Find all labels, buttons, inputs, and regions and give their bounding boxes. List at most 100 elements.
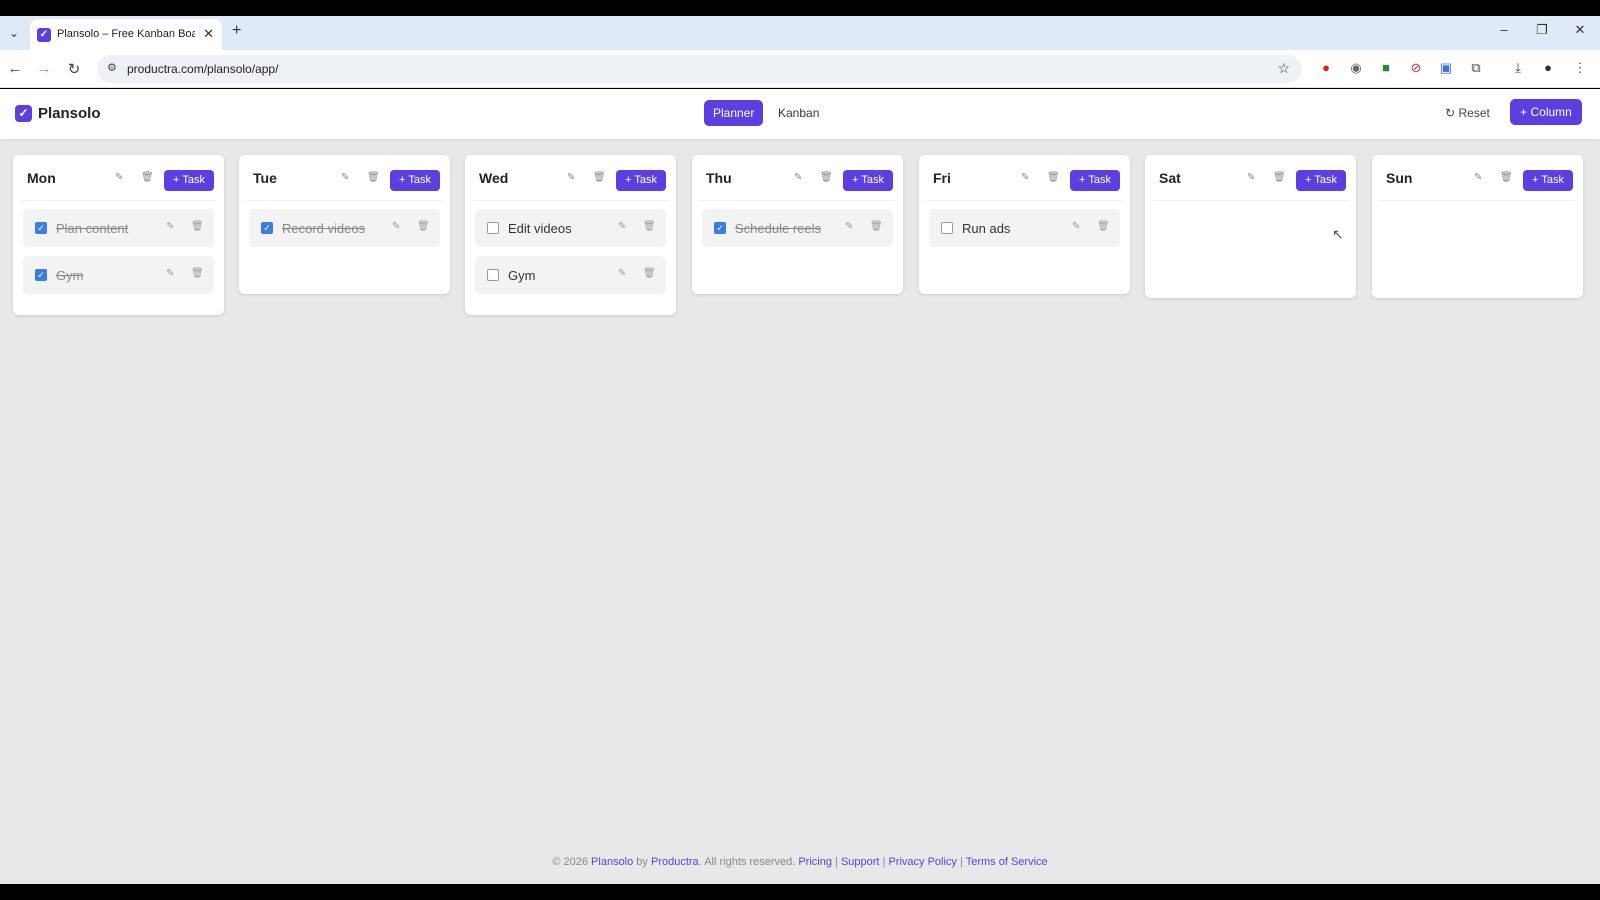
column-title[interactable]: Sun <box>1386 170 1412 186</box>
add-task-button[interactable]: + Task <box>616 170 666 191</box>
column-title[interactable]: Thu <box>706 170 732 186</box>
task-checkbox[interactable] <box>487 222 499 234</box>
task-label: Gym <box>56 268 84 283</box>
menu-kebab-icon[interactable]: ⋮ <box>1572 60 1588 76</box>
column-thu: Thu ✎ 🗑 + Task ✓ Schedule reels ✎ 🗑 <box>692 155 903 294</box>
task-checkbox[interactable] <box>941 222 953 234</box>
task-delete-icon[interactable]: 🗑 <box>1097 221 1110 232</box>
footer-separator: | <box>831 856 841 868</box>
add-column-button[interactable]: + Column <box>1510 99 1582 125</box>
tab-close-icon[interactable]: ✕ <box>203 26 214 42</box>
task-checkbox[interactable]: ✓ <box>714 222 726 234</box>
task-delete-icon[interactable]: 🗑 <box>870 221 883 232</box>
column-title[interactable]: Fri <box>933 170 951 186</box>
minimize-icon[interactable]: – <box>1494 22 1514 37</box>
add-task-button[interactable]: + Task <box>843 170 893 191</box>
footer-privacy-link[interactable]: Privacy Policy <box>888 856 956 868</box>
column-delete-icon[interactable]: 🗑 <box>1273 172 1286 183</box>
kanban-view-button[interactable]: Kanban <box>769 100 828 126</box>
camera-extension-icon[interactable]: ◉ <box>1348 60 1364 76</box>
back-icon[interactable]: ← <box>5 60 25 77</box>
add-task-button[interactable]: + Task <box>1070 170 1120 191</box>
task-label: Schedule reels <box>735 221 821 236</box>
column-title[interactable]: Mon <box>27 170 56 186</box>
task-card[interactable]: ✓ Record videos ✎ 🗑 <box>249 209 440 247</box>
green-extension-icon[interactable]: ■ <box>1378 60 1394 76</box>
browser-tab[interactable]: ✓ Plansolo – Free Kanban Board & ✕ <box>30 19 222 50</box>
column-edit-icon[interactable]: ✎ <box>341 172 349 183</box>
task-card[interactable]: Run ads ✎ 🗑 <box>929 209 1120 247</box>
url-text[interactable]: productra.com/plansolo/app/ <box>127 62 278 76</box>
profile-avatar[interactable]: ● <box>1540 60 1556 76</box>
column-edit-icon[interactable]: ✎ <box>794 172 802 183</box>
address-bar[interactable]: ⚙ productra.com/plansolo/app/ ☆ <box>97 55 1302 83</box>
footer-pricing-link[interactable]: Pricing <box>798 856 832 868</box>
task-list: ✓ Plan content ✎ 🗑 ✓ Gym ✎ 🗑 <box>13 201 224 315</box>
planner-view-button[interactable]: Planner <box>704 100 764 126</box>
footer-company-link[interactable]: Productra <box>651 856 699 868</box>
add-task-button[interactable]: + Task <box>390 170 440 191</box>
add-task-button[interactable]: + Task <box>164 170 214 191</box>
task-edit-icon[interactable]: ✎ <box>618 221 626 232</box>
task-card[interactable]: Gym ✎ 🗑 <box>475 256 666 294</box>
restore-icon[interactable]: ❐ <box>1532 22 1552 38</box>
column-title[interactable]: Wed <box>479 170 508 186</box>
download-icon[interactable]: ⤓ <box>1510 60 1526 76</box>
task-edit-icon[interactable]: ✎ <box>166 268 174 279</box>
column-delete-icon[interactable]: 🗑 <box>820 172 833 183</box>
task-delete-icon[interactable]: 🗑 <box>643 221 656 232</box>
task-list: Run ads ✎ 🗑 <box>919 201 1130 294</box>
column-edit-icon[interactable]: ✎ <box>1474 172 1482 183</box>
column-delete-icon[interactable]: 🗑 <box>1500 172 1513 183</box>
task-delete-icon[interactable]: 🗑 <box>191 221 204 232</box>
add-task-button[interactable]: + Task <box>1523 170 1573 191</box>
column-edit-icon[interactable]: ✎ <box>1247 172 1255 183</box>
task-card[interactable]: ✓ Schedule reels ✎ 🗑 <box>702 209 893 247</box>
task-edit-icon[interactable]: ✎ <box>1072 221 1080 232</box>
task-card[interactable]: Edit videos ✎ 🗑 <box>475 209 666 247</box>
task-edit-icon[interactable]: ✎ <box>618 268 626 279</box>
forward-icon[interactable]: → <box>34 60 54 77</box>
column-delete-icon[interactable]: 🗑 <box>593 172 606 183</box>
tab-list-chevron-icon[interactable]: ⌄ <box>4 23 24 43</box>
column-edit-icon[interactable]: ✎ <box>567 172 575 183</box>
reset-button[interactable]: ↻ Reset <box>1440 100 1495 126</box>
task-checkbox[interactable]: ✓ <box>261 222 273 234</box>
task-checkbox[interactable]: ✓ <box>35 222 47 234</box>
column-title[interactable]: Tue <box>253 170 277 186</box>
footer-brand-link[interactable]: Plansolo <box>591 856 633 868</box>
column-edit-icon[interactable]: ✎ <box>1021 172 1029 183</box>
block-extension-icon[interactable]: ⊘ <box>1408 60 1424 76</box>
app-area: ✓ Plansolo Planner Kanban ↻ Reset + Colu… <box>0 89 1600 884</box>
footer-support-link[interactable]: Support <box>841 856 880 868</box>
column-title[interactable]: Sat <box>1159 170 1181 186</box>
column-wed: Wed ✎ 🗑 + Task Edit videos ✎ 🗑 Gym ✎ 🗑 <box>465 155 676 315</box>
add-task-button[interactable]: + Task <box>1296 170 1346 191</box>
task-edit-icon[interactable]: ✎ <box>166 221 174 232</box>
task-edit-icon[interactable]: ✎ <box>392 221 400 232</box>
new-tab-button[interactable]: + <box>232 22 241 40</box>
column-header: Wed ✎ 🗑 + Task <box>473 155 668 201</box>
brand-name: Plansolo <box>38 105 101 122</box>
task-checkbox[interactable] <box>487 269 499 281</box>
extensions-puzzle-icon[interactable]: ⧉ <box>1468 60 1484 76</box>
task-edit-icon[interactable]: ✎ <box>845 221 853 232</box>
site-info-icon[interactable]: ⚙ <box>107 61 117 74</box>
reload-icon[interactable]: ↻ <box>64 60 84 78</box>
task-card[interactable]: ✓ Gym ✎ 🗑 <box>23 256 214 294</box>
task-card[interactable]: ✓ Plan content ✎ 🗑 <box>23 209 214 247</box>
window-close-icon[interactable]: ✕ <box>1570 22 1590 38</box>
task-label: Gym <box>508 268 536 283</box>
task-delete-icon[interactable]: 🗑 <box>643 268 656 279</box>
column-edit-icon[interactable]: ✎ <box>115 172 123 183</box>
task-delete-icon[interactable]: 🗑 <box>417 221 430 232</box>
column-delete-icon[interactable]: 🗑 <box>1047 172 1060 183</box>
footer-terms-link[interactable]: Terms of Service <box>966 856 1048 868</box>
column-delete-icon[interactable]: 🗑 <box>367 172 380 183</box>
opera-extension-icon[interactable]: ● <box>1318 60 1334 76</box>
task-delete-icon[interactable]: 🗑 <box>191 268 204 279</box>
bookmark-star-icon[interactable]: ☆ <box>1277 60 1290 77</box>
task-checkbox[interactable]: ✓ <box>35 269 47 281</box>
column-delete-icon[interactable]: 🗑 <box>141 172 154 183</box>
translate-extension-icon[interactable]: ▣ <box>1438 60 1454 76</box>
